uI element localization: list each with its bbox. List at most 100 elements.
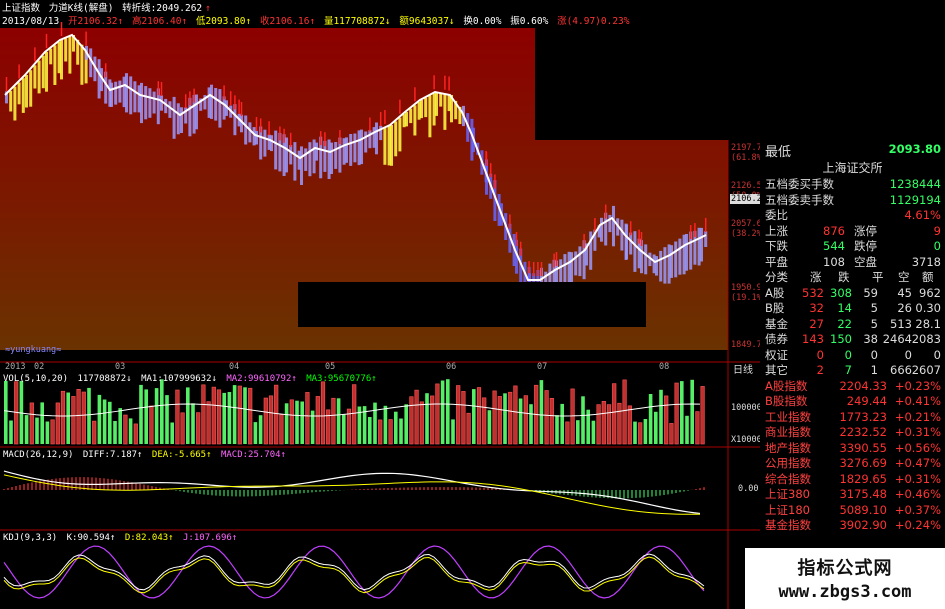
volume-bar (472, 389, 476, 444)
info-low: 低2093.80↑ (195, 16, 252, 27)
class-cell: 2083 (911, 332, 941, 346)
volume-bar (497, 396, 502, 445)
volume-bar (555, 415, 559, 444)
volume-bar (544, 390, 549, 445)
kline-body (144, 86, 148, 120)
kline-body (195, 94, 198, 130)
kline-body (398, 117, 402, 152)
index-row[interactable]: 基金指数 3902.90 +0.24% (762, 518, 945, 532)
info-bar: 上证指数 力道K线(解盘) 转折线:2049.262 ↑ 2013/08/13 开… (2, 3, 630, 27)
class-name: B股 (765, 301, 785, 315)
kline-body (578, 246, 582, 277)
volume-bar (399, 418, 403, 444)
index-name: 地产指数 (765, 440, 811, 455)
volume-bar (627, 405, 632, 445)
index-row[interactable]: 上证380 3175.48 +0.46% (762, 487, 945, 501)
time-label-2013: 2013 (5, 362, 26, 372)
volume-bar (596, 404, 601, 445)
volume-bar (289, 399, 294, 445)
volume-bar (165, 395, 169, 444)
kline-body (360, 129, 363, 165)
volume-bar (419, 401, 424, 445)
volume-bar (284, 403, 289, 444)
index-row[interactable]: A股指数 2204.33 +0.23% (762, 379, 945, 393)
volume-bar (274, 384, 279, 445)
kline-body (270, 135, 273, 152)
index-change: +0.24% (894, 518, 941, 532)
yungkuang-mark: ≈yungkuang≈ (5, 345, 62, 355)
volume-bar (690, 379, 694, 444)
volume-bar (336, 398, 341, 444)
kline-body (285, 137, 288, 173)
volume-bar (305, 392, 310, 445)
index-row[interactable]: 商业指数 2232.52 +0.31% (762, 425, 945, 439)
bid-ask-row: 五档委卖手数 1129194 (762, 193, 945, 207)
kline-body (293, 142, 297, 181)
class-cell: 59 (863, 285, 878, 300)
index-row[interactable]: B股指数 249.44 +0.41% (762, 394, 945, 408)
kline-body (9, 90, 13, 112)
kline-body (439, 92, 443, 107)
index-row[interactable]: 上证180 5089.10 +0.37% (762, 503, 945, 517)
volume-bar (352, 384, 357, 445)
kline-body (435, 92, 438, 116)
volume-bar (201, 384, 206, 445)
volume-bar (35, 417, 39, 444)
period-label[interactable]: 日线 (733, 361, 753, 376)
index-row[interactable]: 地产指数 3390.55 +0.56% (762, 441, 945, 455)
class-row: 基金 27 22 5 513 28.1 (762, 317, 945, 331)
volume-bar (87, 387, 91, 444)
class-cell: 0 (844, 347, 852, 362)
kline-body (274, 130, 278, 170)
class-name: 权证 (765, 347, 788, 362)
kline-body (218, 89, 222, 128)
class-cell: 532 (802, 285, 824, 300)
volume-bar (24, 415, 29, 444)
volume-bar (253, 422, 258, 444)
volume-bar (320, 381, 326, 445)
kline-body (674, 241, 678, 278)
volume-bar (97, 394, 102, 444)
class-cell: 14 (837, 301, 852, 315)
class-row: 权证 0 0 0 0 0 (762, 348, 945, 362)
index-row[interactable]: 工业指数 1773.23 +0.21% (762, 410, 945, 424)
volume-bar (435, 383, 440, 445)
index-value: 3175.48 (839, 487, 887, 501)
kline-body (49, 48, 53, 65)
index-value: 1773.23 (839, 409, 887, 424)
volume-bar (466, 412, 471, 445)
kline-body (255, 130, 258, 145)
kline-body (625, 224, 628, 260)
chart-area[interactable]: 上证指数 力道K线(解盘) 转折线:2049.262 ↑ 2013/08/13 开… (0, 0, 767, 609)
kline-body (409, 108, 413, 124)
kline-body (700, 227, 703, 262)
kline-body (315, 142, 318, 161)
time-label-05: 05 (325, 362, 336, 372)
index-row[interactable]: 公用指数 3276.69 +0.47% (762, 456, 945, 470)
volume-bar (196, 412, 201, 445)
volume-bar (664, 395, 669, 445)
volume-bar (123, 414, 128, 445)
class-cell: 143 (802, 332, 824, 346)
class-cell: 0 (904, 347, 912, 362)
volume-bar (685, 415, 689, 444)
index-name: A股指数 (765, 378, 808, 393)
index-row[interactable]: 综合指数 1829.65 +0.31% (762, 472, 945, 486)
kline-body (413, 105, 417, 136)
volume-bar (633, 421, 637, 444)
kline-body (118, 80, 122, 103)
kline-body (125, 73, 128, 113)
volume-bar (331, 397, 336, 445)
kline-body (68, 36, 72, 74)
kline-body (353, 133, 357, 163)
kline-body (349, 134, 353, 166)
volume-bar (66, 392, 70, 444)
volume-bar (258, 415, 263, 444)
volume-bar (409, 396, 414, 445)
volume-bar (326, 409, 331, 445)
class-header-row: 分类 涨 跌 平空额 (762, 270, 945, 284)
kline-body (53, 45, 57, 85)
updown-label: 下跌 (765, 239, 788, 253)
info-indicator[interactable]: 力道K线(解盘) (49, 3, 114, 14)
row-value: 4.61% (904, 208, 941, 222)
